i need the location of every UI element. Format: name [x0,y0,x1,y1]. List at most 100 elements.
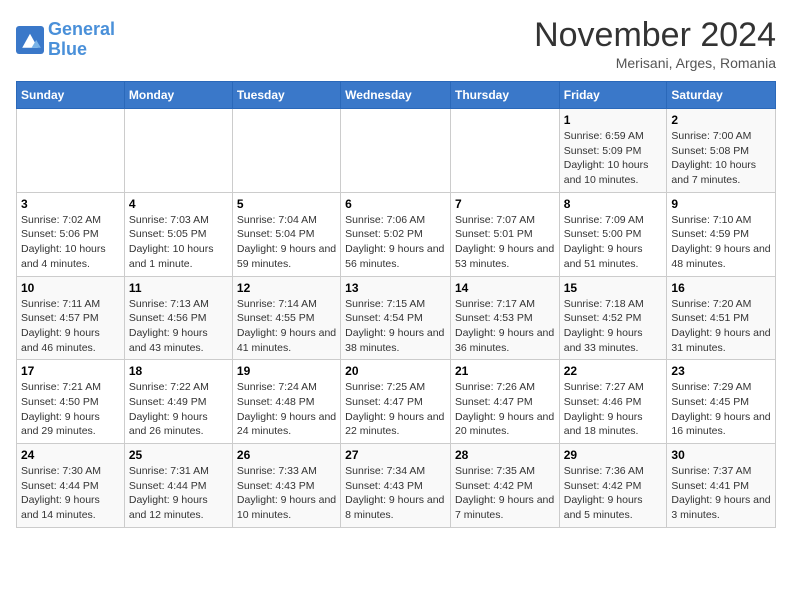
calendar-cell: 24Sunrise: 7:30 AM Sunset: 4:44 PM Dayli… [17,444,125,528]
day-number: 18 [129,364,228,378]
calendar-cell: 17Sunrise: 7:21 AM Sunset: 4:50 PM Dayli… [17,360,125,444]
week-row-5: 24Sunrise: 7:30 AM Sunset: 4:44 PM Dayli… [17,444,776,528]
day-number: 2 [671,113,771,127]
calendar-cell: 7Sunrise: 7:07 AM Sunset: 5:01 PM Daylig… [450,192,559,276]
day-info: Sunrise: 7:22 AM Sunset: 4:49 PM Dayligh… [129,380,228,439]
weekday-thursday: Thursday [450,82,559,109]
day-info: Sunrise: 7:09 AM Sunset: 5:00 PM Dayligh… [564,213,663,272]
weekday-saturday: Saturday [667,82,776,109]
week-row-4: 17Sunrise: 7:21 AM Sunset: 4:50 PM Dayli… [17,360,776,444]
weekday-sunday: Sunday [17,82,125,109]
day-number: 11 [129,281,228,295]
calendar-cell: 23Sunrise: 7:29 AM Sunset: 4:45 PM Dayli… [667,360,776,444]
day-info: Sunrise: 7:07 AM Sunset: 5:01 PM Dayligh… [455,213,555,272]
calendar-cell: 26Sunrise: 7:33 AM Sunset: 4:43 PM Dayli… [232,444,340,528]
logo-text: General Blue [48,20,115,60]
day-number: 17 [21,364,120,378]
calendar-cell: 28 Sunrise: 7:35 AM Sunset: 4:42 PM Dayli… [450,444,559,528]
calendar-body: 1 Sunrise: 6:59 AM Sunset: 5:09 PM Daylig… [17,109,776,528]
weekday-tuesday: Tuesday [232,82,340,109]
calendar-cell: 30Sunrise: 7:37 AM Sunset: 4:41 PM Dayli… [667,444,776,528]
day-info: Sunrise: 7:17 AM Sunset: 4:53 PM Dayligh… [455,297,555,356]
day-info: Sunrise: 7:27 AM Sunset: 4:46 PM Dayligh… [564,380,663,439]
calendar-cell: 15Sunrise: 7:18 AM Sunset: 4:52 PM Dayli… [559,276,667,360]
title-block: November 2024 Merisani, Arges, Romania [534,16,776,71]
calendar-cell [341,109,451,193]
day-number: 10 [21,281,120,295]
logo: General Blue [16,20,115,60]
logo-line2: Blue [48,39,87,59]
weekday-friday: Friday [559,82,667,109]
day-number: 4 [129,197,228,211]
day-number: 8 [564,197,663,211]
day-info: Sunrise: 7:20 AM Sunset: 4:51 PM Dayligh… [671,297,771,356]
calendar-cell: 11 Sunrise: 7:13 AM Sunset: 4:56 PM Dayli… [124,276,232,360]
calendar-cell: 8 Sunrise: 7:09 AM Sunset: 5:00 PM Daylig… [559,192,667,276]
day-number: 30 [671,448,771,462]
day-number: 1 [564,113,663,127]
day-info: Sunrise: 7:06 AM Sunset: 5:02 PM Dayligh… [345,213,446,272]
calendar-cell: 4 Sunrise: 7:03 AM Sunset: 5:05 PM Daylig… [124,192,232,276]
day-number: 24 [21,448,120,462]
day-info: Sunrise: 7:13 AM Sunset: 4:56 PM Dayligh… [129,297,228,356]
calendar-cell: 13Sunrise: 7:15 AM Sunset: 4:54 PM Dayli… [341,276,451,360]
calendar-cell: 21 Sunrise: 7:26 AM Sunset: 4:47 PM Dayli… [450,360,559,444]
calendar-cell: 25Sunrise: 7:31 AM Sunset: 4:44 PM Dayli… [124,444,232,528]
calendar-cell: 1 Sunrise: 6:59 AM Sunset: 5:09 PM Daylig… [559,109,667,193]
calendar-cell: 22 Sunrise: 7:27 AM Sunset: 4:46 PM Dayli… [559,360,667,444]
week-row-3: 10 Sunrise: 7:11 AM Sunset: 4:57 PM Dayli… [17,276,776,360]
calendar-cell [232,109,340,193]
calendar-header: SundayMondayTuesdayWednesdayThursdayFrid… [17,82,776,109]
day-number: 14 [455,281,555,295]
month-title: November 2024 [534,16,776,55]
day-info: Sunrise: 7:11 AM Sunset: 4:57 PM Dayligh… [21,297,120,356]
day-info: Sunrise: 7:31 AM Sunset: 4:44 PM Dayligh… [129,464,228,523]
week-row-2: 3 Sunrise: 7:02 AM Sunset: 5:06 PM Daylig… [17,192,776,276]
day-info: Sunrise: 7:04 AM Sunset: 5:04 PM Dayligh… [237,213,336,272]
day-number: 19 [237,364,336,378]
day-number: 12 [237,281,336,295]
calendar-cell: 20 Sunrise: 7:25 AM Sunset: 4:47 PM Dayli… [341,360,451,444]
day-number: 27 [345,448,446,462]
calendar-cell: 9Sunrise: 7:10 AM Sunset: 4:59 PM Daylig… [667,192,776,276]
day-info: Sunrise: 7:03 AM Sunset: 5:05 PM Dayligh… [129,213,228,272]
weekday-row: SundayMondayTuesdayWednesdayThursdayFrid… [17,82,776,109]
day-info: Sunrise: 7:34 AM Sunset: 4:43 PM Dayligh… [345,464,446,523]
day-number: 22 [564,364,663,378]
day-info: Sunrise: 7:24 AM Sunset: 4:48 PM Dayligh… [237,380,336,439]
page-header: General Blue November 2024 Merisani, Arg… [16,16,776,71]
day-info: Sunrise: 7:00 AM Sunset: 5:08 PM Dayligh… [671,129,771,188]
day-info: Sunrise: 7:02 AM Sunset: 5:06 PM Dayligh… [21,213,120,272]
day-number: 6 [345,197,446,211]
day-info: Sunrise: 7:25 AM Sunset: 4:47 PM Dayligh… [345,380,446,439]
day-info: Sunrise: 7:26 AM Sunset: 4:47 PM Dayligh… [455,380,555,439]
day-number: 28 [455,448,555,462]
day-number: 16 [671,281,771,295]
calendar-cell: 6 Sunrise: 7:06 AM Sunset: 5:02 PM Daylig… [341,192,451,276]
day-number: 23 [671,364,771,378]
day-info: Sunrise: 6:59 AM Sunset: 5:09 PM Dayligh… [564,129,663,188]
calendar-cell [17,109,125,193]
day-number: 3 [21,197,120,211]
day-number: 20 [345,364,446,378]
day-info: Sunrise: 7:33 AM Sunset: 4:43 PM Dayligh… [237,464,336,523]
calendar-cell: 29 Sunrise: 7:36 AM Sunset: 4:42 PM Dayli… [559,444,667,528]
day-info: Sunrise: 7:10 AM Sunset: 4:59 PM Dayligh… [671,213,771,272]
calendar-table: SundayMondayTuesdayWednesdayThursdayFrid… [16,81,776,528]
calendar-cell: 3 Sunrise: 7:02 AM Sunset: 5:06 PM Daylig… [17,192,125,276]
day-info: Sunrise: 7:36 AM Sunset: 4:42 PM Dayligh… [564,464,663,523]
calendar-cell [124,109,232,193]
weekday-monday: Monday [124,82,232,109]
calendar-cell: 10 Sunrise: 7:11 AM Sunset: 4:57 PM Dayli… [17,276,125,360]
calendar-cell: 27 Sunrise: 7:34 AM Sunset: 4:43 PM Dayli… [341,444,451,528]
day-number: 29 [564,448,663,462]
day-number: 21 [455,364,555,378]
calendar-cell: 2 Sunrise: 7:00 AM Sunset: 5:08 PM Daylig… [667,109,776,193]
day-number: 15 [564,281,663,295]
week-row-1: 1 Sunrise: 6:59 AM Sunset: 5:09 PM Daylig… [17,109,776,193]
calendar-cell: 14 Sunrise: 7:17 AM Sunset: 4:53 PM Dayli… [450,276,559,360]
day-number: 5 [237,197,336,211]
location-subtitle: Merisani, Arges, Romania [534,55,776,71]
calendar-cell: 18 Sunrise: 7:22 AM Sunset: 4:49 PM Dayli… [124,360,232,444]
day-info: Sunrise: 7:35 AM Sunset: 4:42 PM Dayligh… [455,464,555,523]
